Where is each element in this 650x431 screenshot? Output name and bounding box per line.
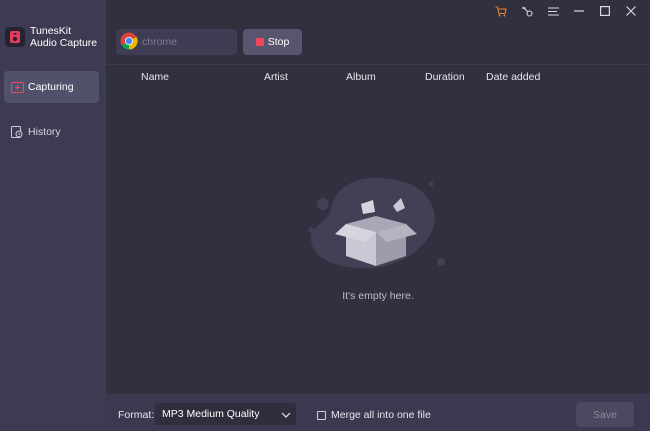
column-header-duration[interactable]: Duration	[425, 71, 465, 83]
merge-option[interactable]: Merge all into one file	[317, 409, 431, 421]
key-icon[interactable]	[514, 4, 540, 18]
save-button[interactable]: Save	[576, 402, 634, 427]
empty-state-text: It's empty here.	[342, 290, 414, 302]
maximize-icon[interactable]	[592, 4, 618, 18]
capturing-icon	[10, 80, 24, 94]
column-header-name[interactable]: Name	[141, 71, 169, 83]
format-label: Format:	[118, 409, 155, 421]
stop-button[interactable]: Stop	[243, 29, 302, 55]
sidebar-item-capturing[interactable]: Capturing	[4, 71, 99, 103]
app-name: TunesKit Audio Capture	[30, 25, 97, 49]
chevron-down-icon	[281, 409, 291, 421]
sidebar: TunesKit Audio Capture Capturing History	[0, 0, 106, 431]
column-header-album[interactable]: Album	[346, 71, 376, 83]
table-header: Name Artist Album Duration Date added	[106, 64, 650, 86]
brand: TunesKit Audio Capture	[5, 25, 97, 49]
source-input[interactable]	[142, 36, 227, 48]
empty-box-icon	[301, 170, 451, 283]
format-select-value: MP3 Medium Quality	[162, 408, 260, 420]
sidebar-item-label: History	[28, 126, 61, 138]
stop-icon	[255, 38, 264, 46]
history-icon	[10, 125, 24, 139]
format-select[interactable]: MP3 Medium Quality	[155, 403, 296, 425]
footer-bar: Format: MP3 Medium Quality Merge all int…	[106, 394, 650, 431]
minimize-icon[interactable]	[566, 4, 592, 18]
column-header-artist[interactable]: Artist	[264, 71, 288, 83]
app-name-line1: TunesKit	[30, 25, 72, 37]
source-selector[interactable]	[116, 29, 237, 55]
app-name-line2: Audio Capture	[30, 37, 98, 49]
sidebar-item-history[interactable]: History	[4, 116, 99, 148]
chrome-icon	[120, 32, 138, 53]
menu-icon[interactable]	[540, 4, 566, 18]
app-logo-icon	[5, 27, 25, 47]
stop-button-label: Stop	[267, 36, 290, 48]
column-header-date-added[interactable]: Date added	[486, 71, 540, 83]
cart-icon[interactable]	[488, 4, 514, 18]
merge-checkbox[interactable]	[317, 410, 326, 420]
merge-label: Merge all into one file	[331, 409, 431, 421]
close-icon[interactable]	[618, 4, 644, 18]
sidebar-item-label: Capturing	[28, 81, 74, 93]
window-controls	[488, 4, 644, 18]
main-panel: Stop Name Artist Album Duration Date add…	[106, 0, 650, 431]
